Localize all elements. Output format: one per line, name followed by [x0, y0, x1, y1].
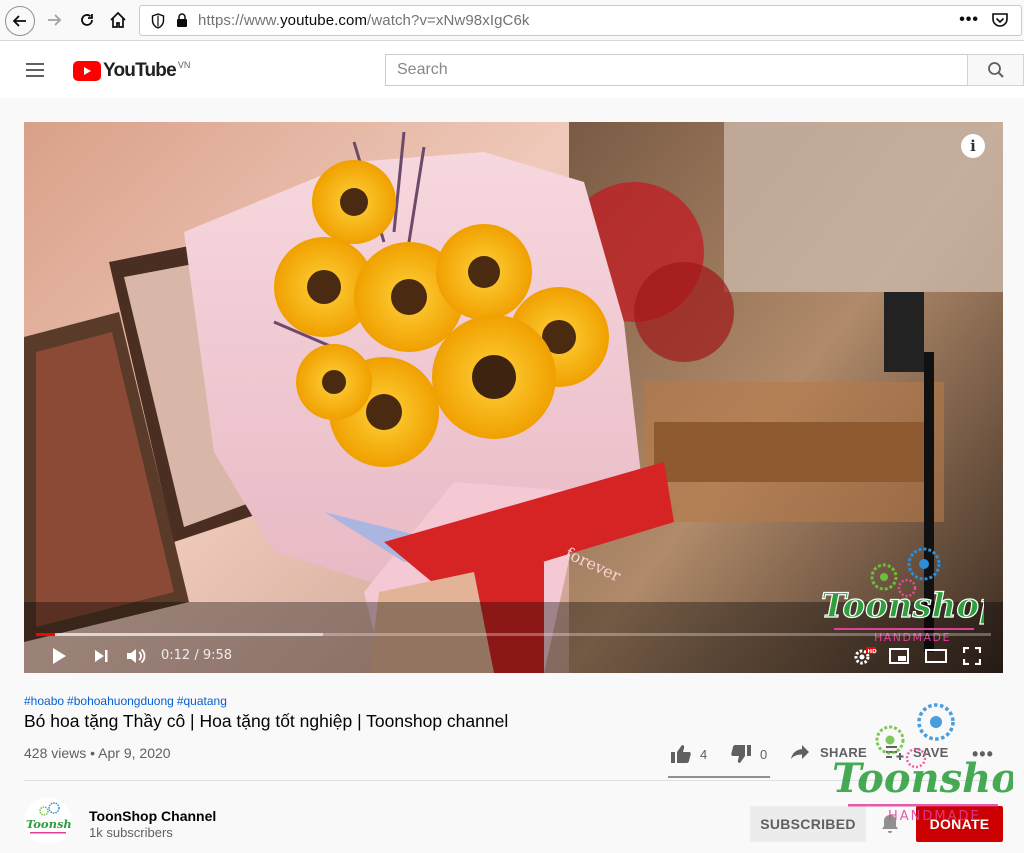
volume-button[interactable]: [124, 642, 150, 670]
hashtag-link[interactable]: #hoabo: [24, 694, 64, 708]
search-button[interactable]: [967, 54, 1024, 86]
more-actions-icon[interactable]: •••: [972, 744, 994, 765]
miniplayer-icon: [889, 648, 909, 664]
play-icon: [53, 648, 66, 664]
theater-mode-button[interactable]: [923, 642, 949, 670]
info-icon[interactable]: i: [961, 134, 985, 158]
thumbs-up-icon: [671, 745, 691, 763]
forward-button[interactable]: [40, 6, 68, 34]
avatar[interactable]: Toonshop: [24, 797, 72, 845]
logo-region: VN: [177, 60, 191, 70]
watermark-title: Toonshop: [821, 586, 984, 626]
progress-bar[interactable]: [36, 633, 991, 636]
hashtag-link[interactable]: #quatang: [177, 694, 227, 708]
notification-bell-icon[interactable]: [879, 813, 901, 835]
like-button[interactable]: 4: [670, 744, 707, 764]
logo-text: YouTube: [103, 60, 177, 81]
progress-buffer: [36, 633, 323, 636]
subscriber-count: 1k subscribers: [89, 825, 173, 840]
video-player[interactable]: forever i Toonshop HANDMADE: [24, 122, 1003, 673]
fullscreen-icon: [963, 647, 981, 665]
url-text[interactable]: https://www.youtube.com/watch?v=xNw98xIg…: [198, 12, 530, 29]
channel-name[interactable]: ToonShop Channel: [89, 808, 216, 824]
next-button[interactable]: [88, 642, 114, 670]
volume-icon: [127, 648, 146, 664]
youtube-header: YouTube VN Search: [0, 41, 1024, 98]
settings-button[interactable]: HD: [852, 642, 878, 670]
search-placeholder: Search: [397, 61, 448, 78]
video-meta: 428 views • Apr 9, 2020: [24, 745, 171, 761]
share-icon: [791, 745, 809, 759]
back-button[interactable]: [5, 6, 35, 36]
theater-mode-icon: [925, 649, 947, 663]
time-display: 0:12 / 9:58: [161, 648, 233, 663]
skip-next-icon: [95, 650, 108, 662]
youtube-logo[interactable]: YouTube VN: [73, 60, 190, 82]
reload-icon: [81, 14, 93, 26]
fullscreen-button[interactable]: [959, 642, 985, 670]
url-prefix: https://www.: [198, 12, 281, 29]
like-count: 4: [700, 746, 708, 762]
shield-icon[interactable]: [149, 12, 167, 30]
miniplayer-button[interactable]: [886, 642, 912, 670]
search-icon: [987, 62, 1004, 78]
save-button[interactable]: SAVE: [885, 744, 949, 760]
play-button[interactable]: [46, 642, 72, 670]
share-label: SHARE: [820, 744, 868, 760]
lock-icon[interactable]: [175, 12, 189, 30]
subscribed-button[interactable]: SUBSCRIBED: [750, 806, 866, 842]
home-button[interactable]: [104, 6, 132, 34]
progress-played: [36, 633, 56, 636]
svg-text:HD: HD: [868, 649, 878, 655]
thumbs-down-icon: [731, 745, 751, 763]
arrow-right-icon: [48, 14, 62, 26]
hamburger-menu-icon[interactable]: [22, 57, 48, 83]
video-title: Bó hoa tặng Thầy cô | Hoa tặng tốt nghiệ…: [24, 711, 509, 731]
hashtags: #hoabo #bohoahuongduong #quatang: [24, 694, 230, 708]
dislike-count: 0: [760, 746, 768, 762]
save-label: SAVE: [913, 744, 949, 760]
play-logo-icon: [73, 61, 101, 81]
avatar-text: Toonshop: [26, 817, 72, 831]
url-path: /watch?v=xNw98xIgC6k: [367, 12, 530, 29]
share-button[interactable]: SHARE: [790, 744, 867, 760]
pocket-icon[interactable]: [991, 11, 1009, 29]
donate-button[interactable]: DONATE: [916, 806, 1003, 842]
search-input[interactable]: Search: [385, 54, 968, 86]
playlist-add-icon: [886, 746, 904, 760]
gear-icon: HD: [854, 647, 878, 665]
reload-button[interactable]: [73, 6, 101, 34]
dislike-button[interactable]: 0: [730, 744, 767, 764]
page-actions-icon[interactable]: •••: [959, 11, 979, 29]
like-ratio-bar: [668, 776, 770, 778]
arrow-left-icon: [12, 15, 26, 27]
url-bar[interactable]: https://www.youtube.com/watch?v=xNw98xIg…: [139, 5, 1022, 36]
home-icon: [110, 11, 126, 28]
url-domain: youtube.com: [280, 12, 368, 29]
browser-toolbar: https://www.youtube.com/watch?v=xNw98xIg…: [0, 0, 1024, 41]
divider: [24, 780, 1003, 781]
hashtag-link[interactable]: #bohoahuongduong: [67, 694, 174, 708]
